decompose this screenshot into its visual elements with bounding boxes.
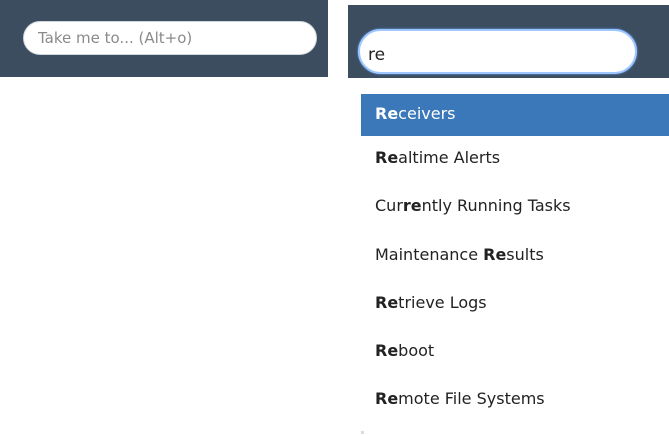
suggestion-match: re (402, 196, 422, 216)
suggestion-item-reboot[interactable]: Reboot (361, 329, 669, 377)
suggestion-item-currently-running-tasks[interactable]: Currently Running Tasks (361, 184, 669, 232)
take-me-to-input-active[interactable] (358, 29, 637, 74)
suggestion-suffix: sults (506, 244, 544, 264)
suggestion-suffix: mote File Systems (398, 389, 545, 409)
suggestion-list: Receivers Realtime Alerts Currently Runn… (361, 94, 669, 426)
suggestion-match: Re (375, 292, 399, 312)
suggestion-match: Re (483, 244, 507, 264)
search-bar-active (348, 5, 669, 78)
suggestion-suffix: ntly Running Tasks (421, 196, 571, 216)
suggestion-item-receivers[interactable]: Receivers (361, 94, 669, 136)
suggestion-item-remote-file-systems[interactable]: Remote File Systems (361, 377, 669, 425)
suggestion-item-realtime-alerts[interactable]: Realtime Alerts (361, 136, 669, 184)
suggestion-item-retrieve-logs[interactable]: Retrieve Logs (361, 281, 669, 329)
suggestion-match: Re (375, 341, 399, 361)
suggestion-item-maintenance-results[interactable]: Maintenance Results (361, 233, 669, 281)
suggestion-match: Re (375, 104, 399, 123)
suggestion-suffix: ceivers (398, 104, 456, 123)
suggestion-prefix: Maintenance (375, 244, 484, 264)
search-bar-idle (0, 0, 328, 77)
suggestion-suffix: boot (398, 341, 435, 361)
scroll-hint (361, 431, 364, 434)
suggestion-suffix: trieve Logs (398, 292, 487, 312)
suggestion-prefix: Cur (375, 196, 403, 216)
suggestion-match: Re (375, 389, 399, 409)
suggestion-suffix: altime Alerts (398, 148, 501, 167)
suggestion-match: Re (375, 148, 399, 167)
take-me-to-input[interactable] (23, 21, 317, 55)
